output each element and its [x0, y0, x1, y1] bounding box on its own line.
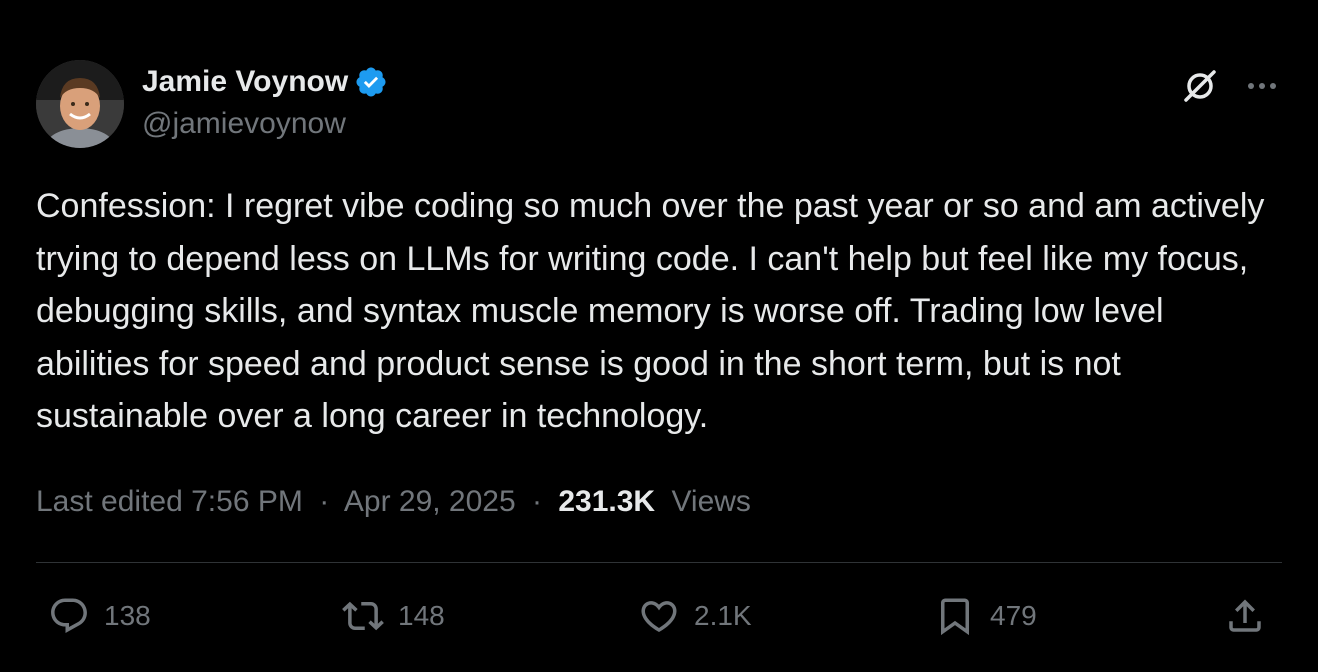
bookmark-icon — [934, 595, 976, 637]
tweet-text: Confession: I regret vibe coding so much… — [36, 187, 1265, 435]
meta-separator: · — [319, 485, 330, 518]
author-display-name-row[interactable]: Jamie Voynow — [142, 64, 388, 100]
avatar[interactable] — [36, 60, 124, 148]
bookmark-count: 479 — [990, 600, 1037, 631]
share-icon — [1224, 595, 1266, 637]
meta-separator: · — [532, 485, 543, 518]
divider — [36, 562, 1282, 563]
author-display-name[interactable]: Jamie Voynow — [142, 64, 348, 100]
reply-icon — [48, 595, 90, 637]
heart-icon — [638, 595, 680, 637]
tweet-date[interactable]: Apr 29, 2025 — [344, 485, 516, 518]
like-button[interactable]: 2.1K — [638, 592, 752, 640]
more-icon[interactable] — [1242, 66, 1282, 106]
bookmark-button[interactable]: 479 — [934, 592, 1037, 640]
repost-button[interactable]: 148 — [342, 592, 445, 640]
repost-count: 148 — [398, 600, 445, 631]
avatar-image — [36, 60, 124, 148]
like-count: 2.1K — [694, 600, 752, 631]
edited-timestamp[interactable]: Last edited 7:56 PM — [36, 485, 303, 518]
share-button[interactable] — [1224, 592, 1266, 640]
verified-badge-icon[interactable] — [354, 65, 388, 99]
action-bar: 138 148 2.1K 479 — [36, 592, 1282, 640]
author-info: Jamie Voynow @jamievoynow — [142, 64, 388, 144]
tweet-card: Jamie Voynow @jamievoynow Confession: I … — [0, 0, 1318, 672]
header-actions — [1180, 66, 1282, 106]
views-count[interactable]: 231.3K — [558, 485, 655, 518]
reply-button[interactable]: 138 — [48, 592, 151, 640]
reply-count: 138 — [104, 600, 151, 631]
repost-icon — [342, 595, 384, 637]
grok-icon[interactable] — [1180, 66, 1220, 106]
tweet-header: Jamie Voynow @jamievoynow — [36, 58, 1282, 150]
tweet-meta: Last edited 7:56 PM · Apr 29, 2025 · 231… — [36, 480, 751, 524]
author-handle[interactable]: @jamievoynow — [142, 104, 388, 144]
views-label: Views — [671, 485, 751, 518]
